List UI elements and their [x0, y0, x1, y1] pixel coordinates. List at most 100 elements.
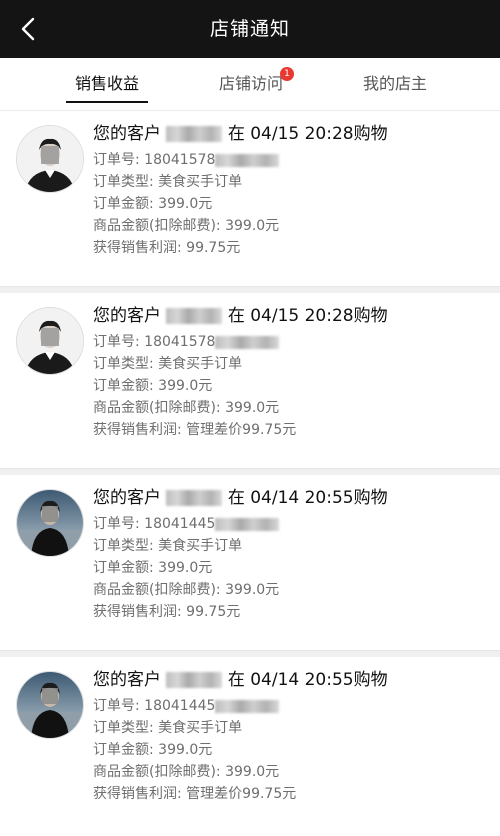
tab-label: 销售收益	[74, 74, 139, 93]
purchase-time: 在 04/15 20:28购物	[227, 124, 388, 144]
goods-amount-row: 商品金额(扣除邮费): 399.0元	[93, 761, 490, 783]
goods-amount-row: 商品金额(扣除邮费): 399.0元	[93, 397, 490, 419]
order-number-value: 18041445	[144, 698, 216, 714]
customer-avatar[interactable]	[16, 307, 84, 375]
order-type-value: 美食买手订单	[158, 538, 243, 554]
order-number-value: 18041445	[144, 516, 216, 532]
order-amount-value: 399.0元	[158, 378, 213, 394]
customer-prefix: 您的客户	[93, 488, 161, 508]
tab-store-visits[interactable]: 店铺访问 1	[210, 58, 294, 110]
order-number-label: 订单号:	[93, 152, 140, 168]
profit-value: 管理差价99.75元	[186, 786, 297, 802]
order-amount-label: 订单金额:	[93, 196, 154, 212]
customer-prefix: 您的客户	[93, 670, 161, 690]
redacted-order-suffix	[215, 335, 280, 349]
order-number-value: 18041578	[144, 152, 216, 168]
profit-row: 获得销售利润: 99.75元	[93, 237, 490, 259]
tab-my-store-owner[interactable]: 我的店主	[354, 58, 436, 110]
tab-sales-income[interactable]: 销售收益	[66, 58, 148, 110]
order-number-label: 订单号:	[93, 698, 140, 714]
profit-value: 管理差价99.75元	[186, 422, 297, 438]
goods-amount-value: 399.0元	[225, 218, 280, 234]
redacted-customer-name	[166, 126, 223, 142]
notification-card[interactable]: 您的客户 在 04/15 20:28购物 订单号: 18041578 订单类型:…	[0, 293, 500, 469]
order-type-row: 订单类型: 美食买手订单	[93, 353, 490, 375]
profit-label: 获得销售利润:	[93, 240, 182, 256]
order-type-value: 美食买手订单	[158, 174, 243, 190]
order-type-row: 订单类型: 美食买手订单	[93, 717, 490, 739]
order-number-value: 18041578	[144, 334, 216, 350]
order-number-row: 订单号: 18041578	[93, 331, 490, 353]
profit-row: 获得销售利润: 99.75元	[93, 601, 490, 623]
order-number-label: 订单号:	[93, 334, 140, 350]
notification-body: 您的客户 在 04/14 20:55购物 订单号: 18041445 订单类型:…	[93, 483, 490, 623]
order-type-label: 订单类型:	[93, 174, 154, 190]
tab-label: 我的店主	[362, 74, 427, 93]
notification-body: 您的客户 在 04/15 20:28购物 订单号: 18041578 订单类型:…	[93, 119, 490, 259]
purchase-time: 在 04/15 20:28购物	[227, 306, 388, 326]
profit-label: 获得销售利润:	[93, 604, 182, 620]
order-amount-value: 399.0元	[158, 560, 213, 576]
order-amount-label: 订单金额:	[93, 742, 154, 758]
goods-amount-value: 399.0元	[225, 400, 280, 416]
customer-prefix: 您的客户	[93, 306, 161, 326]
order-type-label: 订单类型:	[93, 720, 154, 736]
goods-amount-row: 商品金额(扣除邮费): 399.0元	[93, 215, 490, 237]
goods-amount-label: 商品金额(扣除邮费):	[93, 582, 221, 598]
top-bar: 店铺通知	[0, 0, 500, 58]
order-amount-value: 399.0元	[158, 196, 213, 212]
order-number-row: 订单号: 18041445	[93, 513, 490, 535]
notification-card[interactable]: 您的客户 在 04/14 20:55购物 订单号: 18041445 订单类型:…	[0, 475, 500, 651]
order-amount-row: 订单金额: 399.0元	[93, 557, 490, 579]
notification-headline: 您的客户 在 04/14 20:55购物	[93, 665, 490, 695]
goods-amount-value: 399.0元	[225, 582, 280, 598]
profit-value: 99.75元	[186, 240, 241, 256]
customer-avatar[interactable]	[16, 671, 84, 739]
notification-card[interactable]: 您的客户 在 04/14 20:55购物 订单号: 18041445 订单类型:…	[0, 657, 500, 836]
avatar-image	[17, 672, 83, 738]
customer-avatar[interactable]	[16, 125, 84, 193]
redacted-order-suffix	[215, 153, 280, 167]
purchase-time: 在 04/14 20:55购物	[227, 670, 388, 690]
order-amount-row: 订单金额: 399.0元	[93, 375, 490, 397]
order-type-label: 订单类型:	[93, 356, 154, 372]
redacted-customer-name	[166, 672, 223, 688]
tab-label: 店铺访问	[218, 74, 283, 93]
page-title: 店铺通知	[209, 18, 290, 40]
notification-headline: 您的客户 在 04/15 20:28购物	[93, 119, 490, 149]
order-type-label: 订单类型:	[93, 538, 154, 554]
notification-card[interactable]: 您的客户 在 04/15 20:28购物 订单号: 18041578 订单类型:…	[0, 111, 500, 287]
notification-body: 您的客户 在 04/14 20:55购物 订单号: 18041445 订单类型:…	[93, 665, 490, 805]
avatar-image	[17, 308, 83, 374]
goods-amount-label: 商品金额(扣除邮费):	[93, 400, 221, 416]
tab-bar: 销售收益 店铺访问 1 我的店主	[0, 58, 500, 111]
order-amount-row: 订单金额: 399.0元	[93, 739, 490, 761]
notification-headline: 您的客户 在 04/14 20:55购物	[93, 483, 490, 513]
redacted-customer-name	[166, 490, 223, 506]
order-amount-label: 订单金额:	[93, 378, 154, 394]
order-number-row: 订单号: 18041445	[93, 695, 490, 717]
goods-amount-label: 商品金额(扣除邮费):	[93, 218, 221, 234]
order-type-row: 订单类型: 美食买手订单	[93, 171, 490, 193]
avatar-image	[17, 126, 83, 192]
order-number-row: 订单号: 18041578	[93, 149, 490, 171]
order-type-value: 美食买手订单	[158, 720, 243, 736]
order-type-row: 订单类型: 美食买手订单	[93, 535, 490, 557]
profit-value: 99.75元	[186, 604, 241, 620]
order-amount-row: 订单金额: 399.0元	[93, 193, 490, 215]
order-type-value: 美食买手订单	[158, 356, 243, 372]
active-tab-indicator	[66, 101, 148, 103]
goods-amount-row: 商品金额(扣除邮费): 399.0元	[93, 579, 490, 601]
goods-amount-value: 399.0元	[225, 764, 280, 780]
avatar-image	[17, 490, 83, 556]
customer-avatar[interactable]	[16, 489, 84, 557]
unread-badge: 1	[280, 67, 294, 81]
notification-headline: 您的客户 在 04/15 20:28购物	[93, 301, 490, 331]
redacted-order-suffix	[215, 699, 280, 713]
redacted-customer-name	[166, 308, 223, 324]
order-amount-value: 399.0元	[158, 742, 213, 758]
profit-row: 获得销售利润: 管理差价99.75元	[93, 419, 490, 441]
purchase-time: 在 04/14 20:55购物	[227, 488, 388, 508]
profit-label: 获得销售利润:	[93, 422, 182, 438]
redacted-order-suffix	[215, 517, 280, 531]
